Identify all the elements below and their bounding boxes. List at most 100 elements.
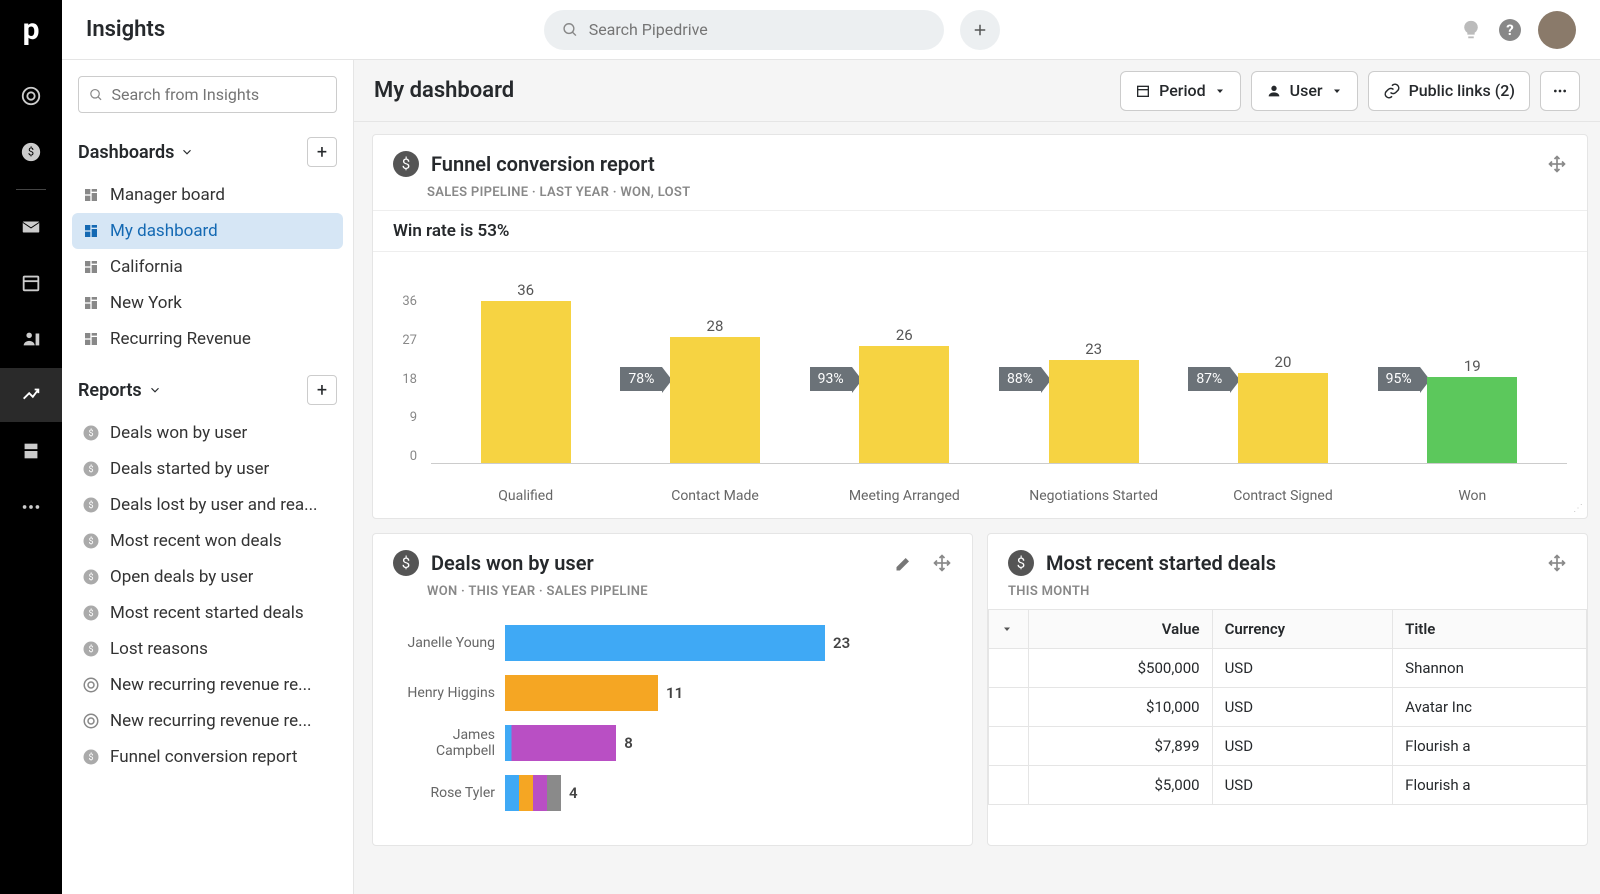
topbar: Insights ?	[62, 0, 1600, 60]
chevron-down-icon	[1001, 623, 1013, 635]
hbar-row[interactable]: Rose Tyler4	[393, 775, 952, 811]
funnel-bar-slot[interactable]: 19	[1378, 294, 1567, 463]
bar-value-label: 26	[859, 326, 949, 344]
sidebar-search[interactable]	[78, 76, 337, 113]
sidebar-report-item[interactable]: $Most recent started deals	[72, 595, 343, 631]
chevron-down-icon	[1331, 85, 1343, 97]
funnel-bar-slot[interactable]: 88%26	[810, 294, 999, 463]
move-handle[interactable]	[1547, 154, 1567, 174]
hbar-name: Henry Higgins	[393, 685, 505, 701]
target-icon[interactable]	[0, 69, 62, 123]
main-content: My dashboard Period User Public l	[354, 60, 1600, 894]
cell-currency: USD	[1212, 688, 1393, 727]
sidebar-report-item[interactable]: $Open deals by user	[72, 559, 343, 595]
hbar-row[interactable]: Janelle Young23	[393, 625, 952, 661]
funnel-bar: 19	[1427, 377, 1517, 463]
calendar-icon[interactable]	[0, 256, 62, 310]
public-links-button[interactable]: Public links (2)	[1368, 71, 1530, 111]
add-report-button[interactable]: +	[307, 375, 337, 405]
move-handle[interactable]	[1547, 553, 1567, 573]
y-tick: 18	[393, 372, 417, 387]
dashboard-icon	[82, 331, 100, 347]
col-currency[interactable]: Currency	[1212, 610, 1393, 649]
funnel-bar-slot[interactable]: 95%20	[1188, 294, 1377, 463]
sort-column[interactable]	[989, 610, 1029, 649]
sidebar-item-label: My dashboard	[110, 221, 218, 241]
x-tick: Contract Signed	[1188, 482, 1377, 504]
sidebar-report-item[interactable]: New recurring revenue re...	[72, 703, 343, 739]
move-handle[interactable]	[932, 553, 952, 573]
table-row[interactable]: $500,000USDShannon	[989, 649, 1587, 688]
cell-value: $10,000	[1029, 688, 1213, 727]
deals-won-meta: WON · THIS YEAR · SALES PIPELINE	[373, 584, 972, 609]
sidebar-search-input[interactable]	[111, 85, 326, 104]
deals-icon[interactable]: $	[0, 125, 62, 179]
user-filter-button[interactable]: User	[1251, 71, 1358, 111]
more-actions-button[interactable]	[1540, 71, 1580, 111]
y-tick: 27	[393, 333, 417, 348]
sidebar-report-item[interactable]: New recurring revenue re...	[72, 667, 343, 703]
sidebar-report-item[interactable]: $Most recent won deals	[72, 523, 343, 559]
funnel-bar-slot[interactable]: 87%23	[999, 294, 1188, 463]
global-search[interactable]	[544, 10, 944, 50]
user-avatar[interactable]	[1538, 11, 1576, 49]
svg-text:$: $	[88, 752, 93, 763]
hbar-track: 23	[505, 625, 952, 661]
search-icon	[562, 21, 579, 39]
global-search-input[interactable]	[589, 20, 926, 39]
bar-value-label: 20	[1238, 353, 1328, 371]
sidebar-dashboard-item[interactable]: New York	[72, 285, 343, 321]
sidebar-dashboard-item[interactable]: Recurring Revenue	[72, 321, 343, 357]
funnel-bar-slot[interactable]: 78%36	[431, 294, 620, 463]
plus-icon	[971, 21, 989, 39]
hbar-row[interactable]: Henry Higgins11	[393, 675, 952, 711]
period-filter-button[interactable]: Period	[1120, 71, 1241, 111]
sidebar-dashboard-item[interactable]: My dashboard	[72, 213, 343, 249]
sidebar-report-item[interactable]: $Funnel conversion report	[72, 739, 343, 775]
svg-text:$: $	[88, 608, 93, 619]
edit-button[interactable]	[894, 553, 914, 573]
y-tick: 36	[393, 294, 417, 309]
sidebar-report-item[interactable]: $Deals started by user	[72, 451, 343, 487]
hbar-row[interactable]: James Campbell8	[393, 725, 952, 761]
x-tick: Negotiations Started	[999, 482, 1188, 504]
sidebar-dashboard-item[interactable]: California	[72, 249, 343, 285]
col-title[interactable]: Title	[1393, 610, 1587, 649]
sidebar-report-item[interactable]: $Lost reasons	[72, 631, 343, 667]
y-tick: 9	[393, 410, 417, 425]
sidebar-report-item[interactable]: $Deals won by user	[72, 415, 343, 451]
resize-handle[interactable]: ⋰	[1573, 503, 1583, 514]
add-button[interactable]	[960, 10, 1000, 50]
table-row[interactable]: $7,899USDFlourish a	[989, 727, 1587, 766]
bar-value-label: 36	[481, 281, 571, 299]
dollar-icon: $	[393, 151, 419, 177]
cell-currency: USD	[1212, 727, 1393, 766]
hbar-name: James Campbell	[393, 727, 505, 759]
reports-section-toggle[interactable]: Reports	[78, 380, 162, 401]
table-row[interactable]: $5,000USDFlourish a	[989, 766, 1587, 805]
cell-value: $500,000	[1029, 649, 1213, 688]
funnel-bar-slot[interactable]: 93%28	[620, 294, 809, 463]
dashboards-section-toggle[interactable]: Dashboards	[78, 142, 194, 163]
tips-icon[interactable]	[1460, 19, 1482, 41]
contacts-icon[interactable]	[0, 312, 62, 366]
deals-won-chart: Janelle Young23 Henry Higgins11 James Camp…	[373, 609, 972, 845]
more-icon[interactable]	[0, 480, 62, 534]
ellipsis-icon	[1551, 89, 1569, 93]
sidebar-item-label: New recurring revenue re...	[110, 675, 312, 695]
sidebar-item-label: Recurring Revenue	[110, 329, 251, 349]
help-icon[interactable]: ?	[1498, 18, 1522, 42]
move-icon	[932, 553, 952, 573]
sidebar-report-item[interactable]: $Deals lost by user and rea...	[72, 487, 343, 523]
col-value[interactable]: Value	[1029, 610, 1213, 649]
insights-icon[interactable]	[0, 368, 62, 422]
products-icon[interactable]	[0, 424, 62, 478]
pipedrive-logo[interactable]: p	[23, 12, 40, 47]
table-row[interactable]: $10,000USDAvatar Inc	[989, 688, 1587, 727]
sidebar-item-label: Deals lost by user and rea...	[110, 495, 318, 515]
funnel-meta: SALES PIPELINE · LAST YEAR · WON, LOST	[373, 185, 1587, 210]
mail-icon[interactable]	[0, 200, 62, 254]
add-dashboard-button[interactable]: +	[307, 137, 337, 167]
funnel-chart: 36271890 78%3693%2888%2687%2395%2019	[373, 252, 1587, 482]
sidebar-dashboard-item[interactable]: Manager board	[72, 177, 343, 213]
